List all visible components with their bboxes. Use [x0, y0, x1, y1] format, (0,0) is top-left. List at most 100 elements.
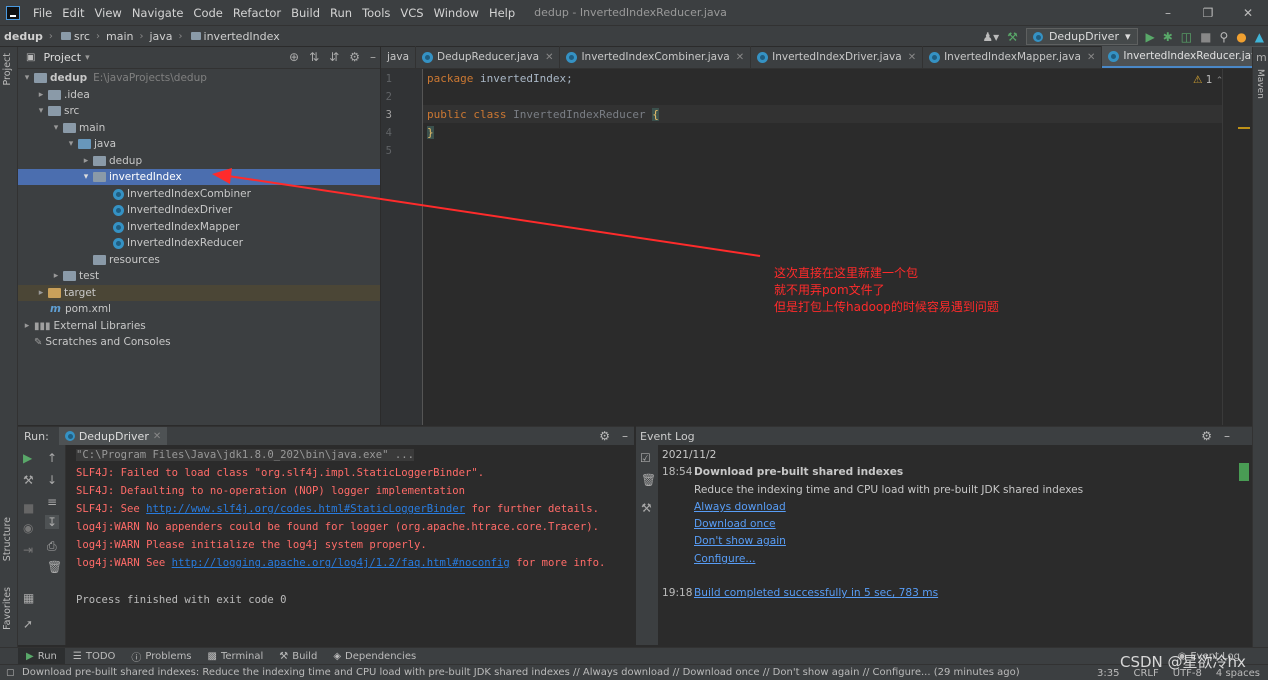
- exit-icon[interactable]: ⇥: [23, 543, 33, 557]
- status-message[interactable]: Download pre-built shared indexes: Reduc…: [22, 667, 1020, 678]
- toolwindow-problems[interactable]: ⓘ Problems: [123, 648, 199, 665]
- restore-button[interactable]: ❐: [1188, 0, 1228, 25]
- chevron-down-icon[interactable]: ▾: [66, 139, 76, 149]
- stop-icon[interactable]: ■: [23, 501, 34, 515]
- tree-item-idea[interactable]: ▸ .idea: [18, 87, 380, 103]
- breadcrumb-src[interactable]: src: [55, 30, 94, 43]
- favorites-tool-tab[interactable]: Favorites: [2, 587, 13, 630]
- run-tab-dedupdriver[interactable]: DedupDriver ✕: [58, 426, 168, 446]
- menu-navigate[interactable]: Navigate: [127, 6, 189, 20]
- pin-icon[interactable]: ➚: [23, 617, 33, 631]
- collapse-all-icon[interactable]: ⇵: [329, 50, 339, 64]
- tree-item-dedup-root[interactable]: ▾ dedup E:\javaProjects\dedup: [18, 70, 380, 86]
- wrench-icon[interactable]: ⚒: [641, 501, 652, 515]
- tree-item-test[interactable]: ▸ test: [18, 268, 380, 284]
- download-once-link[interactable]: Download once: [694, 518, 776, 530]
- tab-java[interactable]: java: [381, 46, 416, 68]
- chevron-right-icon[interactable]: ▸: [81, 156, 91, 166]
- toolwindow-build[interactable]: ⚒ Build: [271, 648, 325, 665]
- gear-icon[interactable]: ⚙: [349, 50, 360, 64]
- search-icon[interactable]: ⚲: [1219, 30, 1228, 44]
- toolwindow-terminal[interactable]: ▩ Terminal: [200, 648, 272, 665]
- inspection-widget[interactable]: ⚠ 1 ⌃: [1193, 74, 1223, 86]
- menu-run[interactable]: Run: [325, 6, 357, 20]
- chevron-down-icon[interactable]: ▾: [81, 172, 91, 182]
- menu-file[interactable]: File: [28, 6, 57, 20]
- expand-all-icon[interactable]: ⇅: [309, 50, 319, 64]
- menu-window[interactable]: Window: [429, 6, 484, 20]
- tree-item-mapper[interactable]: InvertedIndexMapper: [18, 219, 380, 235]
- scroll-to-end-icon[interactable]: ↧: [45, 515, 60, 529]
- build-result-link[interactable]: Build completed successfully in 5 sec, 7…: [694, 587, 938, 599]
- code-editor[interactable]: package invertedIndex; public class Inve…: [423, 69, 1222, 425]
- configure-link[interactable]: Configure...: [694, 553, 755, 565]
- tree-item-target[interactable]: ▸ target: [18, 285, 380, 301]
- update-icon[interactable]: ●: [1236, 30, 1246, 44]
- maven-tool-tab[interactable]: Maven: [1255, 69, 1265, 99]
- build-hammer-icon[interactable]: ⚒: [1007, 30, 1018, 44]
- minimize-button[interactable]: –: [1148, 0, 1188, 25]
- tree-item-dedup-package[interactable]: ▸ dedup: [18, 153, 380, 169]
- mark-read-icon[interactable]: ☑: [640, 451, 651, 465]
- arrow-up-icon[interactable]: ↑: [47, 451, 57, 465]
- close-icon[interactable]: ✕: [545, 52, 553, 63]
- tab-dedupreducer[interactable]: DedupReducer.java ✕: [416, 46, 561, 68]
- run-icon[interactable]: ▶: [1146, 30, 1155, 44]
- trash-icon[interactable]: 🗑: [641, 473, 656, 487]
- soft-wrap-icon[interactable]: ≡: [47, 495, 57, 509]
- hide-icon[interactable]: –: [1224, 429, 1230, 443]
- tree-item-driver[interactable]: InvertedIndexDriver: [18, 202, 380, 218]
- tab-invertedindexreducer[interactable]: InvertedIndexReducer.java✕: [1102, 46, 1268, 68]
- structure-tool-tab[interactable]: Structure: [2, 517, 13, 561]
- toolwindow-run[interactable]: ▶ Run: [18, 647, 65, 665]
- caret-position[interactable]: 3:35: [1097, 668, 1119, 679]
- menu-view[interactable]: View: [90, 6, 127, 20]
- arrow-down-icon[interactable]: ↓: [47, 473, 57, 487]
- stop-icon[interactable]: ■: [1200, 30, 1211, 44]
- breadcrumb-java[interactable]: java: [145, 30, 176, 43]
- close-icon[interactable]: ✕: [1087, 52, 1095, 63]
- close-icon[interactable]: ✕: [908, 52, 916, 63]
- tree-item-pom[interactable]: m pom.xml: [18, 301, 380, 317]
- dont-show-again-link[interactable]: Don't show again: [694, 535, 786, 547]
- gear-icon[interactable]: ⚙: [1201, 429, 1212, 443]
- menu-help[interactable]: Help: [484, 6, 520, 20]
- chevron-right-icon[interactable]: ▸: [22, 321, 32, 331]
- tree-item-invertedindex-package[interactable]: ▾ invertedIndex: [18, 169, 380, 185]
- warning-marker[interactable]: [1238, 127, 1250, 129]
- toolbox-icon[interactable]: ▲: [1255, 30, 1264, 44]
- toolwindow-todo[interactable]: ☰ TODO: [65, 648, 124, 665]
- tree-item-main[interactable]: ▾ main: [18, 120, 380, 136]
- run-console[interactable]: "C:\Program Files\Java\jdk1.8.0_202\bin\…: [66, 445, 634, 645]
- camera-icon[interactable]: ◉: [23, 521, 33, 535]
- hide-icon[interactable]: –: [622, 429, 628, 443]
- menu-build[interactable]: Build: [286, 6, 325, 20]
- console-link[interactable]: http://logging.apache.org/log4j/1.2/faq.…: [172, 557, 510, 569]
- coverage-icon[interactable]: ◫: [1181, 30, 1192, 44]
- always-download-link[interactable]: Always download: [694, 501, 786, 513]
- breadcrumb-invertedindex[interactable]: invertedIndex: [185, 30, 284, 43]
- tree-item-src[interactable]: ▾ src: [18, 103, 380, 119]
- close-window-button[interactable]: ✕: [1228, 0, 1268, 25]
- locate-icon[interactable]: ⊕: [289, 50, 299, 64]
- rerun-icon[interactable]: ▶: [23, 451, 32, 465]
- tab-invertedindexdriver[interactable]: InvertedIndexDriver.java ✕: [751, 46, 924, 68]
- project-view-select[interactable]: Project: [43, 51, 81, 64]
- menu-edit[interactable]: Edit: [57, 6, 89, 20]
- chevron-right-icon[interactable]: ▸: [51, 271, 61, 281]
- menu-vcs[interactable]: VCS: [395, 6, 428, 20]
- run-configuration-select[interactable]: DedupDriver ▾: [1025, 28, 1138, 45]
- console-link[interactable]: http://www.slf4j.org/codes.html#StaticLo…: [146, 503, 465, 515]
- toolwindow-dependencies[interactable]: ◈ Dependencies: [325, 648, 424, 665]
- close-icon[interactable]: ✕: [736, 52, 744, 63]
- close-icon[interactable]: ✕: [153, 431, 161, 442]
- menu-refactor[interactable]: Refactor: [228, 6, 286, 20]
- tab-invertedindexcombiner[interactable]: InvertedIndexCombiner.java ✕: [560, 46, 752, 68]
- layout-icon[interactable]: ▦: [23, 591, 34, 605]
- chevron-right-icon[interactable]: ▸: [36, 90, 46, 100]
- tree-item-reducer[interactable]: InvertedIndexReducer: [18, 235, 380, 251]
- chevron-right-icon[interactable]: ▸: [36, 288, 46, 298]
- tool-windows-toggle-icon[interactable]: ▢: [6, 668, 15, 678]
- chevron-down-icon[interactable]: ▾: [36, 106, 46, 116]
- trash-icon[interactable]: 🗑: [47, 560, 62, 574]
